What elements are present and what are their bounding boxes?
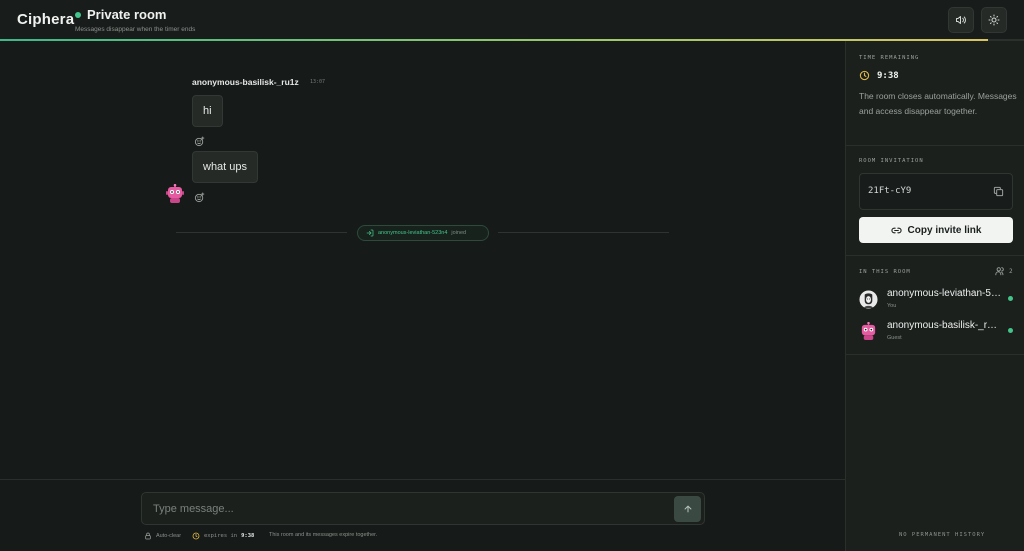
member-avatar (861, 322, 876, 341)
member-count-value: 2 (1009, 267, 1013, 275)
sun-icon (988, 14, 1000, 26)
message-composer: Auto-clear expires in 9:38 This room and… (0, 479, 845, 551)
theme-toggle-button[interactable] (981, 7, 1007, 33)
invite-code-box[interactable]: 21Ft-cY9 (859, 173, 1013, 210)
chat-area[interactable]: anonymous-basilisk-_ru1z 13:07 hi what u… (0, 41, 845, 479)
member-avatar (859, 290, 878, 309)
copy-invite-link-button[interactable]: Copy invite link (859, 217, 1013, 243)
add-reaction-icon[interactable] (194, 136, 205, 147)
member-count: 2 (995, 266, 1013, 276)
message-bubble[interactable]: what ups (192, 151, 259, 183)
in-room-label: IN THIS ROOM (859, 269, 911, 275)
clock-icon (859, 70, 870, 81)
room-sidebar: TIME REMAINING 9:38 The room closes auto… (845, 41, 1024, 551)
room-status-dot (75, 12, 81, 18)
expires-value: 9:38 (241, 533, 255, 539)
link-icon (890, 227, 902, 233)
sender-avatar (166, 184, 184, 203)
invite-code: 21Ft-cY9 (868, 186, 912, 196)
member-role: You (887, 303, 897, 309)
enter-icon (366, 229, 374, 237)
time-remaining-value: 9:38 (877, 71, 899, 81)
time-remaining-section: TIME REMAINING 9:38 The room closes auto… (846, 41, 1024, 146)
time-remaining-description: The room closes automatically. Messages … (859, 91, 1017, 116)
room-subtitle: Messages disappear when the timer ends (75, 26, 196, 33)
message-sender: anonymous-basilisk-_ru1z (192, 77, 299, 87)
join-event-pill: anonymous-leviathan-523n4 joined (357, 225, 489, 241)
member-role: Guest (887, 335, 902, 341)
online-status-dot (1008, 328, 1013, 333)
message-time: 13:07 (310, 79, 326, 85)
lock-icon (145, 532, 151, 540)
room-title: Private room (87, 7, 167, 22)
join-event-action: joined (451, 230, 467, 236)
composer-note: This room and its messages expire togeth… (269, 532, 378, 538)
auto-clear-indicator: Auto-clear (144, 532, 181, 540)
invitation-label: ROOM INVITATION (859, 158, 924, 164)
no-history-note: NO PERMANENT HISTORY (899, 532, 986, 538)
message-input-box[interactable] (141, 492, 705, 525)
divider (498, 232, 669, 233)
app-header: Ciphera Private room Messages disappear … (0, 0, 1024, 40)
member-name: anonymous-basilisk-_ru1z (887, 320, 1001, 331)
join-event-name: anonymous-leviathan-523n4 (378, 230, 448, 236)
sound-toggle-button[interactable] (948, 7, 974, 33)
add-reaction-icon[interactable] (194, 192, 205, 203)
message-input[interactable] (153, 501, 653, 517)
divider (176, 232, 347, 233)
online-status-dot (1008, 296, 1013, 301)
users-icon (995, 267, 1004, 276)
app-brand: Ciphera (17, 11, 75, 28)
clock-icon (192, 532, 200, 540)
copy-icon[interactable] (993, 186, 1004, 197)
message-bubble[interactable]: hi (192, 95, 223, 127)
time-remaining-label: TIME REMAINING (859, 55, 920, 61)
member-item[interactable]: anonymous-leviathan-523n4 You (859, 286, 1019, 312)
auto-clear-label: Auto-clear (156, 533, 182, 539)
speaker-icon (956, 16, 966, 24)
expires-indicator: expires in 9:38 (192, 532, 254, 540)
arrow-up-icon (684, 505, 691, 513)
send-button[interactable] (674, 496, 701, 522)
copy-invite-link-label: Copy invite link (907, 224, 982, 236)
member-item[interactable]: anonymous-basilisk-_ru1z Guest (859, 318, 1019, 344)
member-name: anonymous-leviathan-523n4 (887, 288, 1001, 299)
expires-label: expires in (204, 533, 238, 539)
